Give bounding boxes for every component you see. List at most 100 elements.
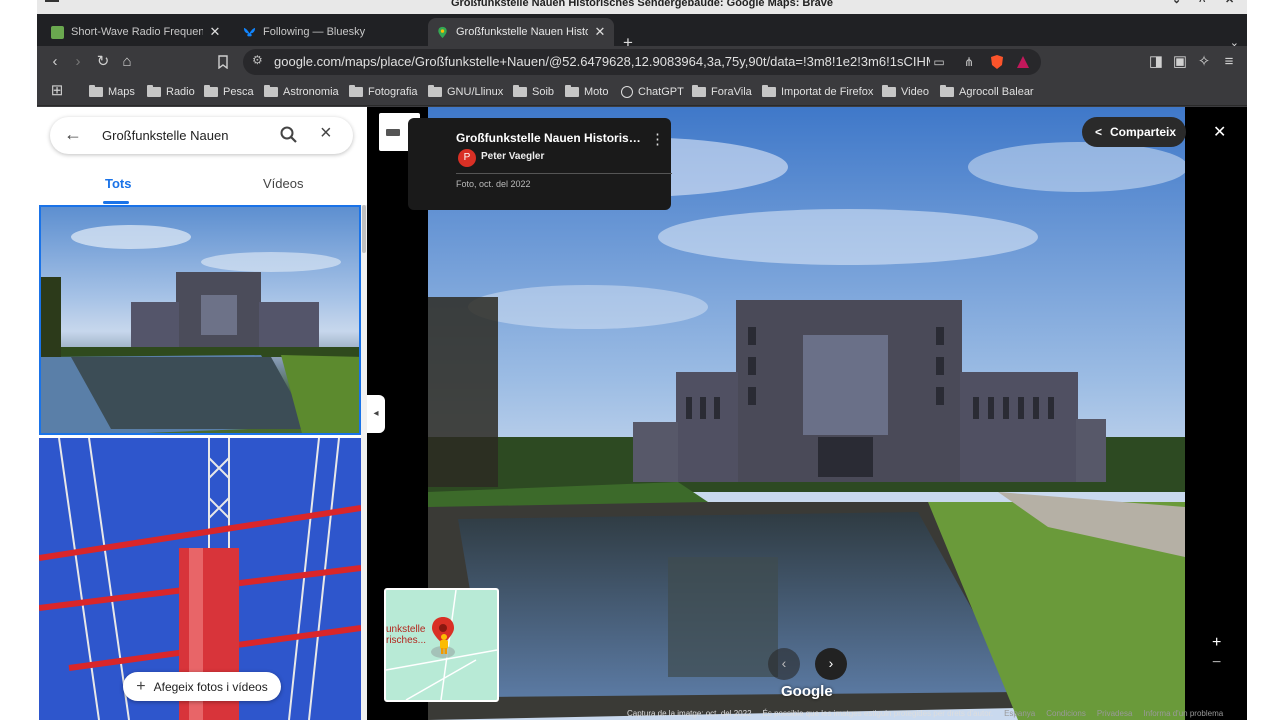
sidebar-toggle-icon[interactable]: ◨ bbox=[1146, 52, 1166, 72]
apps-grid-icon[interactable]: ⊞ bbox=[47, 81, 67, 101]
pegman-icon bbox=[440, 634, 448, 654]
tab-bluesky[interactable]: Following — Bluesky bbox=[235, 18, 421, 46]
bookmark-icon[interactable] bbox=[216, 55, 230, 69]
share-icon[interactable]: ⋔ bbox=[959, 52, 979, 72]
tab-videos[interactable]: Vídeos bbox=[263, 176, 303, 191]
google-logo: Google bbox=[781, 683, 833, 700]
bookmark-chatgpt[interactable]: ChatGPT bbox=[621, 83, 684, 101]
bookmark-importat[interactable]: Importat de Firefox bbox=[762, 83, 873, 101]
bookmark-pesca[interactable]: Pesca bbox=[204, 83, 254, 101]
attribution-footer: Captura de la imatge: oct. del 2022 És p… bbox=[627, 707, 1234, 720]
brave-rewards-icon[interactable] bbox=[1016, 55, 1030, 69]
report-problem-link[interactable]: Informa d'un problema bbox=[1143, 709, 1223, 718]
cast-icon[interactable]: ▭ bbox=[929, 52, 949, 72]
url-text: google.com/maps/place/Großfunkstelle+Nau… bbox=[274, 54, 930, 69]
folder-icon bbox=[264, 85, 278, 97]
divider bbox=[456, 173, 672, 174]
search-icon[interactable] bbox=[279, 125, 299, 145]
scrollbar-thumb[interactable] bbox=[362, 205, 366, 253]
zoom-in-button[interactable]: + bbox=[1212, 634, 1221, 652]
maximize-icon[interactable]: ˄ bbox=[1199, 0, 1205, 6]
folder-icon bbox=[762, 85, 776, 97]
bookmark-label: Importat de Firefox bbox=[781, 86, 874, 98]
terms-link[interactable]: Condicions bbox=[1046, 709, 1086, 718]
leo-ai-icon[interactable]: ✧ bbox=[1194, 52, 1214, 72]
brave-shields-icon[interactable] bbox=[989, 54, 1005, 70]
previous-photo-button[interactable]: ‹ bbox=[768, 648, 800, 680]
tab-all[interactable]: Tots bbox=[105, 176, 131, 191]
browser-toolbar: ‹ › ↻ ⌂ ⚙ google.com/maps/place/Großfunk… bbox=[37, 46, 1247, 78]
add-photos-button[interactable]: + Afegeix fotos i vídeos bbox=[123, 672, 281, 701]
bookmark-label: Moto bbox=[584, 86, 609, 98]
bookmark-foravila[interactable]: ForaVila bbox=[692, 83, 752, 101]
collapse-panel-button[interactable]: ◂ bbox=[367, 395, 385, 433]
reload-icon[interactable]: ↻ bbox=[93, 52, 113, 72]
wallet-icon[interactable]: ▣ bbox=[1170, 52, 1190, 72]
search-box[interactable]: ← Großfunkstelle Nauen × bbox=[50, 117, 353, 154]
country-link[interactable]: Espanya bbox=[1004, 709, 1035, 718]
bookmark-soib[interactable]: Soib bbox=[513, 83, 554, 101]
tab-shortwave[interactable]: Short-Wave Radio Frequency ✕ bbox=[43, 18, 229, 46]
next-photo-button[interactable]: › bbox=[815, 648, 847, 680]
bookmark-fotografia[interactable]: Fotografia bbox=[349, 83, 418, 101]
close-window-icon[interactable]: ✕ bbox=[1225, 0, 1234, 6]
bookmark-radio[interactable]: Radio bbox=[147, 83, 195, 101]
keyboard-icon bbox=[386, 129, 400, 136]
close-tab-icon[interactable]: ✕ bbox=[209, 24, 221, 40]
tab-title: Short-Wave Radio Frequency bbox=[71, 26, 203, 38]
plus-icon: + bbox=[136, 677, 146, 695]
minimize-icon[interactable]: ⌄ bbox=[1172, 0, 1181, 6]
site-settings-icon[interactable]: ⚙ bbox=[252, 53, 263, 67]
bookmark-maps[interactable]: Maps bbox=[89, 83, 135, 101]
clear-search-icon[interactable]: × bbox=[320, 122, 332, 145]
forward-icon[interactable]: › bbox=[68, 52, 88, 72]
folder-icon bbox=[147, 85, 161, 97]
tab-title: Großfunkstelle Nauen Historisc bbox=[456, 26, 588, 38]
bookmarks-bar: ⊞ Maps Radio Pesca Astronomia Fotografia… bbox=[37, 78, 1247, 106]
search-query[interactable]: Großfunkstelle Nauen bbox=[102, 117, 228, 154]
google-maps-pin-icon bbox=[438, 26, 447, 38]
mini-map-label-line: risches... bbox=[386, 635, 427, 646]
folder-icon bbox=[204, 85, 218, 97]
bookmark-label: Fotografia bbox=[368, 86, 418, 98]
folder-icon bbox=[89, 85, 103, 97]
share-button[interactable]: < Comparteix bbox=[1082, 117, 1186, 147]
photo-filter-tabs: Tots Vídeos bbox=[37, 170, 367, 204]
privacy-link[interactable]: Privadesa bbox=[1097, 709, 1133, 718]
chatgpt-icon bbox=[621, 86, 633, 98]
close-viewer-icon[interactable]: ✕ bbox=[1213, 122, 1226, 142]
bookmark-label: ForaVila bbox=[711, 86, 752, 98]
home-icon[interactable]: ⌂ bbox=[117, 52, 137, 72]
bookmark-video[interactable]: Video bbox=[882, 83, 929, 101]
bookmark-label: Radio bbox=[166, 86, 195, 98]
capture-date: Captura de la imatge: oct. del 2022 bbox=[627, 709, 752, 718]
bookmark-agrocoll[interactable]: Agrocoll Balear bbox=[940, 83, 1034, 101]
back-icon[interactable]: ‹ bbox=[45, 52, 65, 72]
bookmark-moto[interactable]: Moto bbox=[565, 83, 608, 101]
photo-info-card: Großfunkstelle Nauen Historisches ... ⋮ … bbox=[408, 118, 672, 210]
share-label: Comparteix bbox=[1110, 125, 1177, 139]
bookmark-gnu-linux[interactable]: GNU/Llinux bbox=[428, 83, 503, 101]
window-menu-icon[interactable] bbox=[45, 0, 59, 2]
menu-icon[interactable]: ≡ bbox=[1219, 52, 1239, 72]
author-name[interactable]: Peter Vaegler bbox=[481, 151, 544, 162]
mini-map-label-line: unkstelle bbox=[386, 624, 426, 635]
photo-title[interactable]: Großfunkstelle Nauen Historisches ... bbox=[456, 131, 646, 145]
folder-icon bbox=[428, 85, 442, 97]
tab-google-maps[interactable]: Großfunkstelle Nauen Historisc ✕ bbox=[428, 18, 614, 46]
address-bar[interactable]: ⚙ google.com/maps/place/Großfunkstelle+N… bbox=[243, 49, 1041, 75]
bookmark-label: ChatGPT bbox=[638, 86, 684, 98]
share-icon: < bbox=[1095, 125, 1103, 139]
close-tab-icon[interactable]: ✕ bbox=[594, 24, 606, 40]
tab-strip: Short-Wave Radio Frequency ✕ Following —… bbox=[37, 14, 1247, 51]
bookmark-label: Maps bbox=[108, 86, 135, 98]
back-arrow-icon[interactable]: ← bbox=[64, 124, 82, 145]
bookmark-astronomia[interactable]: Astronomia bbox=[264, 83, 339, 101]
author-avatar[interactable]: P bbox=[458, 149, 476, 167]
photo-thumbnail-building[interactable] bbox=[39, 205, 361, 435]
mini-map[interactable]: unkstelle risches... bbox=[384, 588, 499, 702]
zoom-out-button[interactable]: − bbox=[1212, 654, 1221, 672]
bookmark-label: Pesca bbox=[223, 86, 254, 98]
tab-title: Following — Bluesky bbox=[263, 26, 366, 38]
more-options-icon[interactable]: ⋮ bbox=[650, 130, 665, 148]
